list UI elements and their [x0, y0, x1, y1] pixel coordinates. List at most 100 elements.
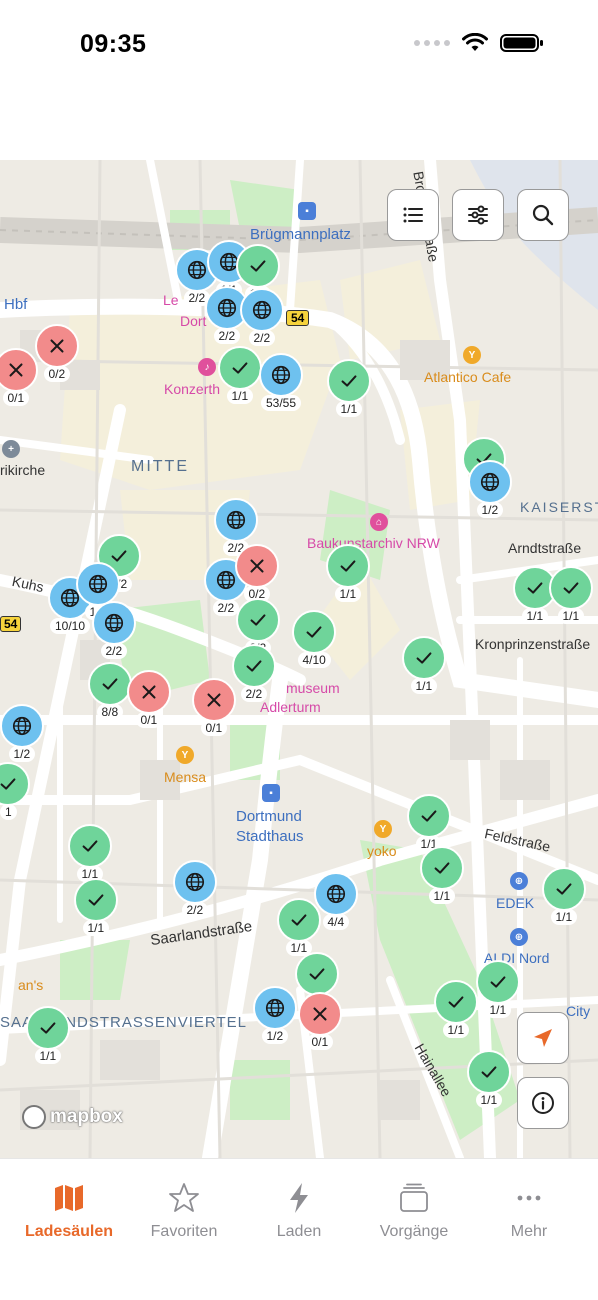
charging-station-marker[interactable]	[68, 824, 112, 868]
charging-station-marker[interactable]	[402, 636, 446, 680]
locate-me-button[interactable]	[517, 1012, 569, 1064]
charging-station-marker[interactable]	[0, 704, 44, 748]
info-button[interactable]	[517, 1077, 569, 1129]
charging-station-marker[interactable]	[420, 846, 464, 890]
tab-favoriten[interactable]: Favoriten	[124, 1181, 244, 1241]
availability-count: 2/2	[213, 328, 241, 344]
check-icon	[309, 968, 325, 980]
charging-station-marker[interactable]	[292, 610, 336, 654]
road-shield-54-left: 54	[0, 616, 22, 632]
more-icon	[517, 1195, 541, 1201]
tab-mehr[interactable]: Mehr	[469, 1181, 589, 1241]
tab-label: Ladesäulen	[24, 1223, 114, 1240]
globe-icon	[217, 298, 237, 318]
charging-station-marker[interactable]	[326, 544, 370, 588]
charging-station-marker[interactable]	[467, 1050, 511, 1094]
charging-station-marker[interactable]	[232, 644, 276, 688]
availability-count: 10/10	[50, 618, 91, 634]
charging-station-marker[interactable]	[476, 960, 520, 1004]
label-baukunstarchiv: Baukunstarchiv NRW	[307, 535, 440, 551]
charging-station-marker[interactable]	[314, 872, 358, 916]
tab-bar: Ladesäulen Favoriten Laden Vorgänge Mehr	[0, 1158, 598, 1300]
battery-icon	[500, 34, 543, 52]
filter-button[interactable]	[452, 189, 504, 241]
charging-station-marker[interactable]	[240, 288, 284, 332]
availability-count: 2/2	[212, 600, 240, 616]
availability-count: 1/1	[334, 586, 362, 602]
check-icon	[563, 582, 579, 594]
stack-icon	[400, 1183, 428, 1212]
charging-station-marker[interactable]	[434, 980, 478, 1024]
charging-station-marker[interactable]	[127, 670, 171, 714]
availability-count: 2/2	[100, 643, 128, 659]
tab-vorgaenge[interactable]: Vorgänge	[354, 1181, 474, 1241]
mapbox-attribution[interactable]: mapbox	[22, 1105, 123, 1129]
close-icon	[50, 339, 64, 353]
search-button[interactable]	[517, 189, 569, 241]
stadthaus-station-icon: ▪	[262, 784, 280, 802]
charging-station-marker[interactable]	[253, 986, 297, 1030]
label-kirche: rikirche	[0, 462, 46, 478]
charging-station-marker[interactable]	[88, 662, 132, 706]
tab-label: Vorgänge	[379, 1223, 449, 1240]
label-atlantico: Atlantico Cafe	[424, 369, 512, 385]
availability-count: 2/2	[248, 330, 276, 346]
check-icon	[306, 626, 322, 638]
tab-ladesaeulen[interactable]: Ladesäulen	[9, 1181, 129, 1241]
availability-count: 1/1	[557, 608, 585, 624]
tab-laden[interactable]: Laden	[239, 1181, 359, 1241]
label-city: City	[566, 1003, 591, 1019]
availability-count: 1/1	[82, 920, 110, 936]
yoko-restaurant-icon: Y	[374, 820, 392, 838]
label-arndtstrasse: Arndtstraße	[508, 540, 582, 556]
close-icon	[142, 685, 156, 699]
charging-station-marker[interactable]	[327, 359, 371, 403]
status-bar: 09:35	[0, 0, 598, 90]
list-view-button[interactable]	[387, 189, 439, 241]
check-icon	[250, 614, 266, 626]
label-kaiserst: KAISERST	[520, 499, 598, 515]
label-bruegmannplatz: Brügmannplatz	[250, 226, 351, 243]
availability-count: 1/1	[34, 1048, 62, 1064]
charging-station-marker[interactable]	[468, 460, 512, 504]
globe-icon	[265, 998, 285, 1018]
label-yoko: yoko	[367, 843, 397, 859]
tab-label: Mehr	[510, 1223, 548, 1240]
label-hbf: Hbf	[4, 296, 28, 313]
charging-station-marker[interactable]	[76, 562, 120, 606]
check-icon	[556, 883, 572, 895]
charging-station-marker[interactable]	[298, 992, 342, 1036]
charging-station-marker[interactable]	[407, 794, 451, 838]
label-konzerth: Konzerth	[164, 381, 221, 397]
charging-station-marker[interactable]	[214, 498, 258, 542]
charging-station-marker[interactable]	[173, 860, 217, 904]
charging-station-marker[interactable]	[542, 867, 586, 911]
globe-icon	[326, 884, 346, 904]
charging-station-marker[interactable]	[26, 1006, 70, 1050]
train-station-icon: ▪	[298, 202, 316, 220]
charging-station-marker[interactable]	[236, 598, 280, 642]
check-icon	[481, 1066, 497, 1078]
charging-station-marker[interactable]	[549, 566, 593, 610]
globe-icon	[185, 872, 205, 892]
check-icon	[82, 840, 98, 852]
check-icon	[246, 660, 262, 672]
shop-icon: ⊕	[510, 872, 528, 890]
check-icon	[416, 652, 432, 664]
charging-station-marker[interactable]	[35, 324, 79, 368]
charging-station-marker[interactable]	[277, 898, 321, 942]
charging-station-marker[interactable]	[259, 353, 303, 397]
mapbox-logo-icon	[22, 1105, 46, 1129]
charging-station-marker[interactable]	[92, 601, 136, 645]
museum-icon: ⌂	[370, 513, 388, 531]
charging-station-marker[interactable]	[192, 678, 236, 722]
charging-station-marker[interactable]	[218, 346, 262, 390]
globe-icon	[252, 300, 272, 320]
charging-station-marker[interactable]	[235, 544, 279, 588]
label-kronprinzenstrasse: Kronprinzenstraße	[475, 636, 591, 652]
charging-station-marker[interactable]	[295, 952, 339, 996]
map-view[interactable]: Brügmannplatz Hbf Le Dort Konzerth MITTE…	[0, 160, 598, 1158]
charging-station-marker[interactable]	[74, 878, 118, 922]
charging-station-marker[interactable]	[236, 244, 280, 288]
availability-count: 1/1	[442, 1022, 470, 1038]
